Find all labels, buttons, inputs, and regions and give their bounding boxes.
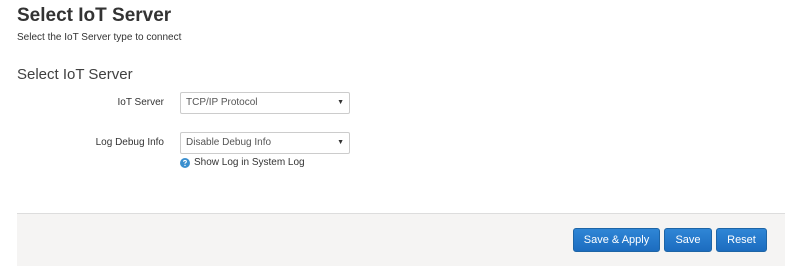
iot-server-select[interactable]: TCP/IP Protocol ▼ xyxy=(180,92,350,114)
section-title: Select IoT Server xyxy=(17,66,133,83)
triangle-down-icon: ▼ xyxy=(337,99,344,106)
triangle-down-icon: ▼ xyxy=(337,139,344,146)
iot-server-label: IoT Server xyxy=(117,97,165,108)
log-debug-label: Log Debug Info xyxy=(95,137,164,148)
help-text: Show Log in System Log xyxy=(194,157,305,168)
save-button[interactable]: Save xyxy=(664,228,712,252)
reset-button[interactable]: Reset xyxy=(716,228,767,252)
page-description: Select the IoT Server type to connect xyxy=(17,32,182,43)
page: Select IoT Server Select the IoT Server … xyxy=(0,0,800,279)
page-title: Select IoT Server xyxy=(17,5,172,26)
save-apply-button[interactable]: Save & Apply xyxy=(573,228,660,252)
question-circle-icon xyxy=(180,158,190,168)
log-debug-selected-value: Disable Debug Info xyxy=(186,137,272,148)
log-debug-select[interactable]: Disable Debug Info ▼ xyxy=(180,132,350,154)
show-log-help-link[interactable]: Show Log in System Log xyxy=(180,156,305,170)
iot-server-selected-value: TCP/IP Protocol xyxy=(186,97,258,108)
